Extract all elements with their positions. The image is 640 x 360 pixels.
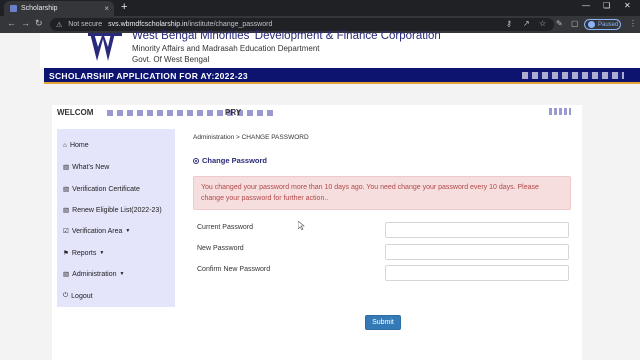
sidebar-item-reports[interactable]: ⚑ Reports ▼ [63, 249, 105, 258]
sidebar-item-label: Logout [71, 292, 93, 300]
application-banner: SCHOLARSHIP APPLICATION FOR AY:2022-23 [44, 68, 640, 84]
menu-icon[interactable]: ⋮ [629, 19, 637, 28]
welcome-suffix: PRY [225, 108, 242, 117]
reload-icon[interactable]: ↻ [35, 18, 43, 29]
new-tab-button[interactable]: + [121, 1, 127, 13]
sidebar-item-label: Verification Certificate [72, 185, 140, 193]
star-icon[interactable]: ☆ [539, 19, 546, 28]
sidebar-item-label: Verification Area [71, 227, 123, 235]
org-title: West Bengal Minorities' Development & Fi… [132, 30, 441, 42]
confirm-password-field[interactable] [385, 265, 569, 281]
window-close-icon[interactable]: ✕ [624, 1, 631, 10]
site-favicon-icon [10, 5, 17, 12]
breadcrumb: Administration > CHANGE PASSWORD [193, 134, 309, 141]
confirm-password-label: Confirm New Password [197, 266, 271, 273]
forward-icon[interactable]: → [21, 18, 30, 28]
sidebar-item-renew-eligible-list[interactable]: ▧ Renew Eligible List(2022-23) [63, 206, 162, 215]
sidebar-item-label: What's New [72, 163, 110, 171]
sidebar: ⌂ Home ▧ What's New ▧ Verification Certi… [57, 129, 175, 307]
new-password-label: New Password [197, 245, 244, 252]
security-label: Not secure [68, 21, 103, 28]
sidebar-item-home[interactable]: ⌂ Home [63, 142, 89, 149]
document-icon: ▧ [63, 186, 70, 193]
current-password-field[interactable] [385, 222, 569, 238]
banner-title: SCHOLARSHIP APPLICATION FOR AY:2022-23 [49, 71, 248, 81]
redacted-info [549, 108, 571, 115]
back-icon[interactable]: ← [7, 18, 16, 28]
org-government: Govt. Of West Bengal [132, 55, 210, 64]
url-host: svs.wbmdfcscholarship.in [108, 21, 188, 28]
page: West Bengal Minorities' Development & Fi… [0, 30, 640, 360]
submit-button[interactable]: Submit [365, 315, 401, 330]
sidebar-item-label: Reports [71, 249, 97, 257]
share-icon[interactable]: ↗ [523, 19, 530, 28]
circle-dot-icon [193, 157, 199, 164]
redacted-username [107, 110, 277, 116]
maximize-icon[interactable]: ❏ [603, 1, 610, 10]
welcome-prefix: WELCOM [57, 108, 94, 117]
section-heading: Change Password [193, 156, 267, 165]
power-icon: ⏻ [63, 292, 69, 299]
sidebar-item-verification-area[interactable]: ☑ Verification Area ▼ [63, 227, 131, 236]
chevron-down-icon: ▼ [125, 228, 131, 234]
section-title: Change Password [202, 156, 268, 165]
sidebar-item-administration[interactable]: ▧ Administration ▼ [63, 270, 125, 279]
sidebar-item-verification-certificate[interactable]: ▧ Verification Certificate [63, 185, 140, 194]
minimize-icon[interactable]: — [582, 1, 590, 10]
profile-button[interactable]: Paused [584, 19, 621, 30]
sidebar-item-label: Home [69, 142, 89, 149]
tab-title: Scholarship [21, 5, 58, 12]
main-card: WELCOM PRY ⌂ Home ▧ What's New ▧ Verific… [52, 105, 582, 360]
password-expiry-alert: You changed your password more than 10 d… [193, 176, 571, 210]
key-icon[interactable]: ⚷ [506, 19, 512, 28]
org-department: Minority Affairs and Madrasah Education … [132, 44, 320, 53]
browser-tab-strip: Scholarship × + — ❏ ✕ [0, 0, 640, 16]
browser-tab[interactable]: Scholarship × [4, 1, 114, 16]
avatar [588, 21, 595, 28]
sidebar-item-logout[interactable]: ⏻ Logout [63, 292, 93, 300]
tab-close-icon[interactable]: × [104, 4, 109, 13]
site-header: West Bengal Minorities' Development & Fi… [40, 30, 640, 68]
sidebar-item-label: Administration [72, 270, 117, 278]
sidebar-item-label: Renew Eligible List(2022-23) [72, 206, 162, 214]
warning-icon[interactable]: ⚠ [56, 21, 62, 29]
url-path: /institute/change_password [187, 21, 273, 28]
home-icon: ⌂ [63, 142, 67, 149]
sidepanel-icon[interactable]: ▢ [571, 19, 579, 28]
extensions-icon[interactable]: ✎ [556, 19, 563, 28]
document-icon: ▧ [63, 164, 70, 171]
redacted-info [522, 72, 624, 79]
check-icon: ☑ [63, 228, 69, 235]
document-icon: ▧ [63, 207, 70, 214]
document-icon: ▧ [63, 271, 70, 278]
current-password-label: Current Password [197, 224, 254, 231]
flag-icon: ⚑ [63, 250, 69, 257]
mouse-cursor-icon [298, 221, 305, 230]
chevron-down-icon: ▼ [119, 271, 125, 277]
wbmdfc-logo-icon [88, 33, 122, 61]
sidebar-item-whats-new[interactable]: ▧ What's New [63, 163, 110, 172]
profile-status: Paused [598, 21, 619, 28]
chevron-down-icon: ▼ [99, 250, 105, 256]
new-password-field[interactable] [385, 244, 569, 260]
